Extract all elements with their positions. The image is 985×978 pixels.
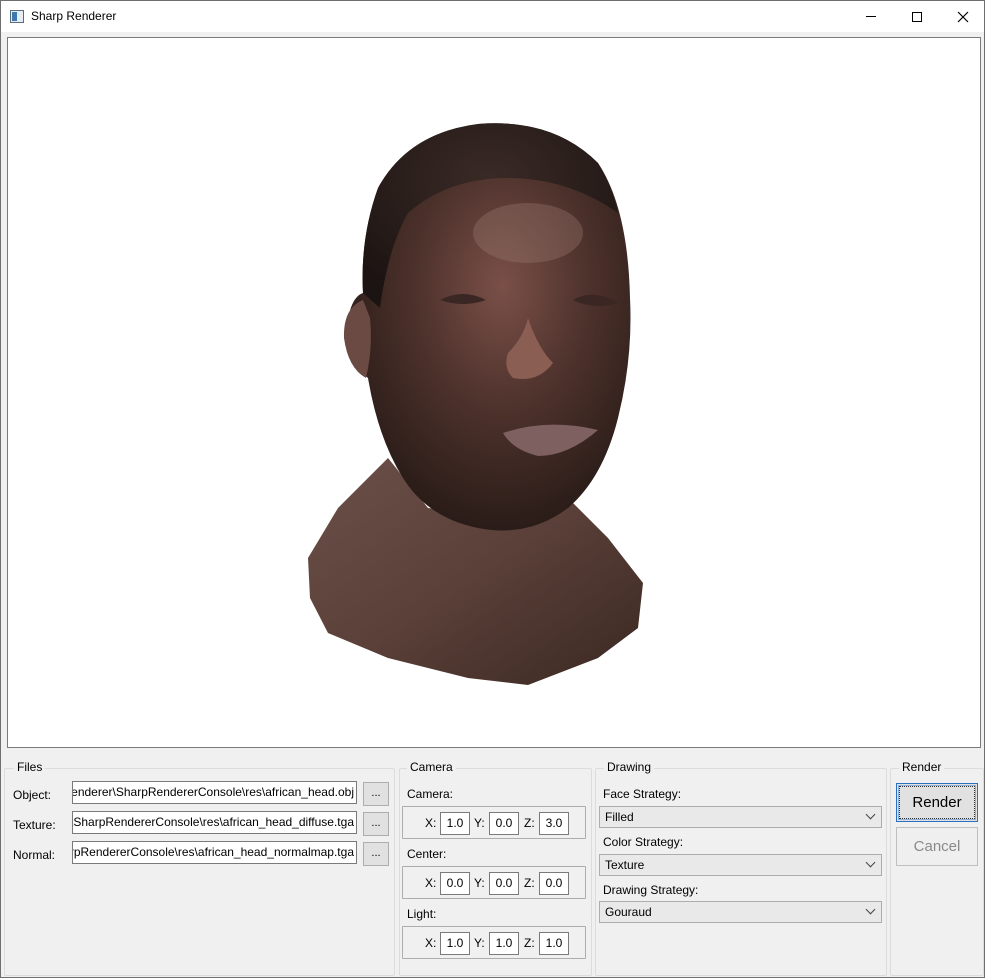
drawing-strategy-select[interactable]: Gouraud [599,901,882,923]
light-y-input[interactable]: 1.0 [489,932,519,955]
light-x-label: X: [425,936,437,950]
color-strategy-value: Texture [605,858,645,872]
light-label: Light: [407,907,437,921]
normal-label: Normal: [13,848,56,862]
light-z-label: Z: [524,936,535,950]
rendered-head-image [308,123,643,685]
maximize-icon [912,11,922,22]
minimize-button[interactable] [848,1,894,32]
chevron-down-icon [865,857,876,868]
minimize-icon [866,16,876,17]
center-label: Center: [407,847,447,861]
close-icon [957,11,969,22]
drawing-strategy-label: Drawing Strategy: [603,883,699,897]
close-button[interactable] [940,1,985,32]
render-viewport [7,37,981,748]
forehead-highlight [473,203,583,263]
color-strategy-label: Color Strategy: [603,835,684,849]
light-x-input[interactable]: 1.0 [440,932,470,955]
center-y-label: Y: [474,876,485,890]
texture-path-input[interactable]: r\SharpRendererConsole\res\african_head_… [72,811,357,834]
center-box: X: 0.0 Y: 0.0 Z: 0.0 [402,866,586,899]
object-path-input[interactable]: Renderer\SharpRendererConsole\res\africa… [72,781,357,804]
center-y-input[interactable]: 0.0 [489,872,519,895]
title-bar[interactable]: Sharp Renderer [1,1,984,32]
app-window: Sharp Renderer Files Object: Renderer\Sh… [0,0,985,978]
camera-position-box: X: 1.0 Y: 0.0 Z: 3.0 [402,806,586,839]
render-button[interactable]: Render [896,783,978,822]
camera-y-label: Y: [474,816,485,830]
face-strategy-label: Face Strategy: [603,787,682,801]
cancel-button[interactable]: Cancel [896,827,978,866]
camera-z-input[interactable]: 3.0 [539,812,569,835]
light-z-input[interactable]: 1.0 [539,932,569,955]
object-browse-button[interactable]: ... [363,782,389,806]
render-group-title: Render [899,760,945,774]
drawing-strategy-value: Gouraud [605,905,652,919]
files-group-title: Files [14,760,46,774]
center-x-input[interactable]: 0.0 [440,872,470,895]
normal-path-input[interactable]: arpRendererConsole\res\african_head_norm… [72,841,357,864]
face-strategy-select[interactable]: Filled [599,806,882,828]
camera-y-input[interactable]: 0.0 [489,812,519,835]
window-title: Sharp Renderer [31,9,117,23]
light-y-label: Y: [474,936,485,950]
center-x-label: X: [425,876,437,890]
color-strategy-select[interactable]: Texture [599,854,882,876]
light-box: X: 1.0 Y: 1.0 Z: 1.0 [402,926,586,959]
camera-z-label: Z: [524,816,535,830]
chevron-down-icon [865,809,876,820]
camera-x-label: X: [425,816,437,830]
camera-x-input[interactable]: 1.0 [440,812,470,835]
drawing-group-title: Drawing [604,760,655,774]
ear-shape [343,300,371,378]
camera-position-label: Camera: [407,787,454,801]
normal-browse-button[interactable]: ... [363,842,389,866]
maximize-button[interactable] [894,1,940,32]
center-z-label: Z: [524,876,535,890]
camera-group-title: Camera [407,760,456,774]
app-icon [10,10,24,23]
center-z-input[interactable]: 0.0 [539,872,569,895]
texture-browse-button[interactable]: ... [363,812,389,836]
object-label: Object: [13,788,52,802]
chevron-down-icon [865,904,876,915]
face-strategy-value: Filled [605,810,634,824]
texture-label: Texture: [13,818,56,832]
